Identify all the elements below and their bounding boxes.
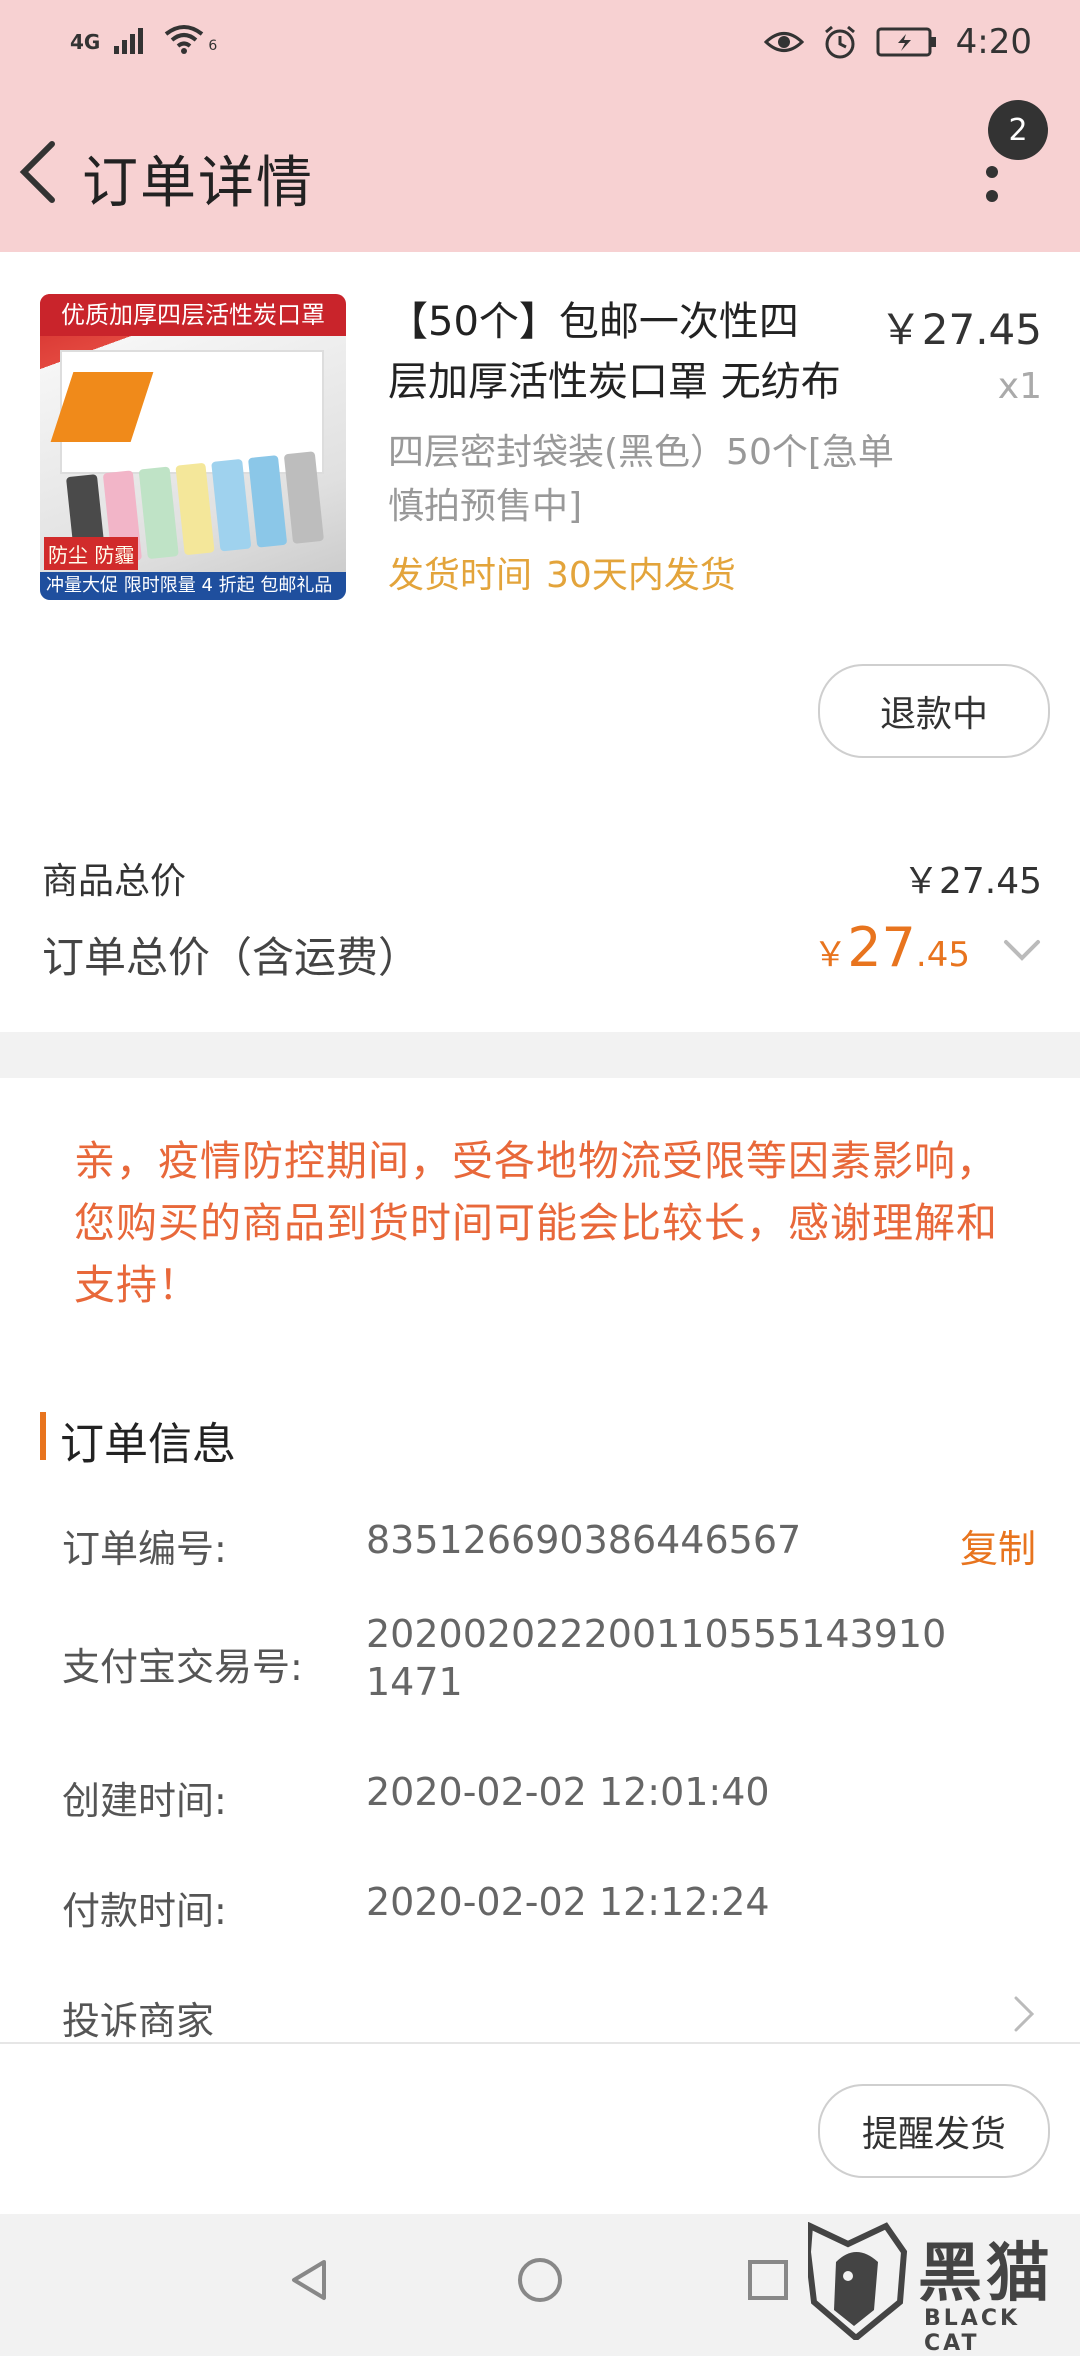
order-total-int: 27 [847,916,916,979]
product-name-line2: 层加厚活性炭口罩 无纺布 [388,359,841,405]
back-button[interactable] [12,136,72,208]
product-sku: 四层密封袋装(黑色）50个[急单慎拍预售中] [388,432,894,527]
product-name[interactable]: 【50个】包邮一次性四 层加厚活性炭口罩 无纺布 [388,292,888,412]
chevron-right-icon[interactable] [1012,1994,1036,2034]
complain-merchant-link[interactable]: 投诉商家 [62,1990,214,2045]
product-image-tag: 防尘 防霾 [44,537,139,570]
alarm-icon [824,25,855,59]
alipay-trade-value-line1: 2020020222001105551439​10 [366,1612,947,1656]
nav-back-icon[interactable] [286,2256,334,2304]
product-price: ￥27.45 [879,305,1042,354]
status-bar-right: 4:20 [763,22,1032,62]
order-total-yen: ￥ [813,935,848,975]
remind-ship-button[interactable]: 提醒发货 [818,2084,1050,2178]
order-info-card: 亲，疫情防控期间，受各地物流受限等因素影响，您购买的商品到货时间可能会比较长，感… [0,1078,1080,2078]
product-image[interactable]: 优质加厚四层活性炭口罩 防尘 防霾 冲量大促 限时限量 4 折起 包邮礼品 [40,294,346,600]
clock-time: 4:20 [955,22,1032,62]
product-quantity: x1 [997,366,1042,407]
network-label: 4G [70,30,101,54]
order-number-value: 835126690386446567 [366,1518,802,1562]
order-number-label: 订单编号: [62,1527,227,1571]
ship-time-value: 30天内发货 [546,555,736,596]
created-time-label: 创建时间: [62,1779,227,1823]
battery-icon [876,27,936,57]
bottom-action-bar: 提醒发货 [0,2042,1080,2216]
goods-total-label: 商品总价 [42,861,187,902]
product-image-band: 优质加厚四层活性炭口罩 [40,294,346,336]
ship-time: 发货时间 30天内发货 [388,546,736,598]
alipay-trade-value-line2: 1471 [366,1660,463,1704]
nav-home-icon[interactable] [516,2256,564,2304]
copy-button[interactable]: 复制 [960,1518,1036,1573]
order-total-value: ￥27.45 [813,916,970,979]
created-time-value: 2020-02-02 12:01:40 [366,1770,770,1814]
order-total-dec: .45 [915,935,970,975]
eye-icon [763,32,804,52]
order-total-label: 订单总价（含运费） [42,933,421,982]
notification-badge[interactable]: 2 [988,100,1048,160]
goods-total-value: ￥27.45 [902,861,1042,902]
paid-time-label: 付款时间: [62,1889,227,1933]
wifi-icon [165,25,204,54]
watermark-title: 黑猫 [918,2237,1054,2311]
product-name-line1: 【50个】包邮一次性四 [388,299,799,345]
epidemic-notice: 亲，疫情防控期间，受各地物流受限等因素影响，您购买的商品到货时间可能会比较长，感… [74,1137,998,1309]
product-card: 优质加厚四层活性炭口罩 防尘 防霾 冲量大促 限时限量 4 折起 包邮礼品 【5… [0,252,1080,1032]
watermark-subtitle: BLACK CAT [924,2306,1021,2356]
wifi-badge: 6 [208,38,218,54]
more-dot [986,190,998,202]
refund-status-button[interactable]: 退款中 [818,664,1050,758]
status-bar-left: 4G 6 [70,24,217,54]
ship-time-label: 发货时间 [388,555,533,596]
more-dot [986,166,998,178]
app-header: 4G 6 4:20 订单详情 2 [0,0,1080,252]
product-image-promo: 冲量大促 限时限量 4 折起 包邮礼品 [40,572,346,600]
alipay-trade-label: 支付宝交易号: [62,1645,303,1689]
paid-time-value: 2020-02-02 12:12:24 [366,1880,770,1924]
chevron-down-icon[interactable] [1002,938,1042,964]
page-title: 订单详情 [82,151,314,216]
order-info-title: 订单信息 [60,1419,236,1470]
section-accent-bar [40,1412,46,1460]
chevron-left-icon [19,141,55,203]
nav-recents-icon[interactable] [744,2256,792,2304]
signal-icon [114,28,144,54]
